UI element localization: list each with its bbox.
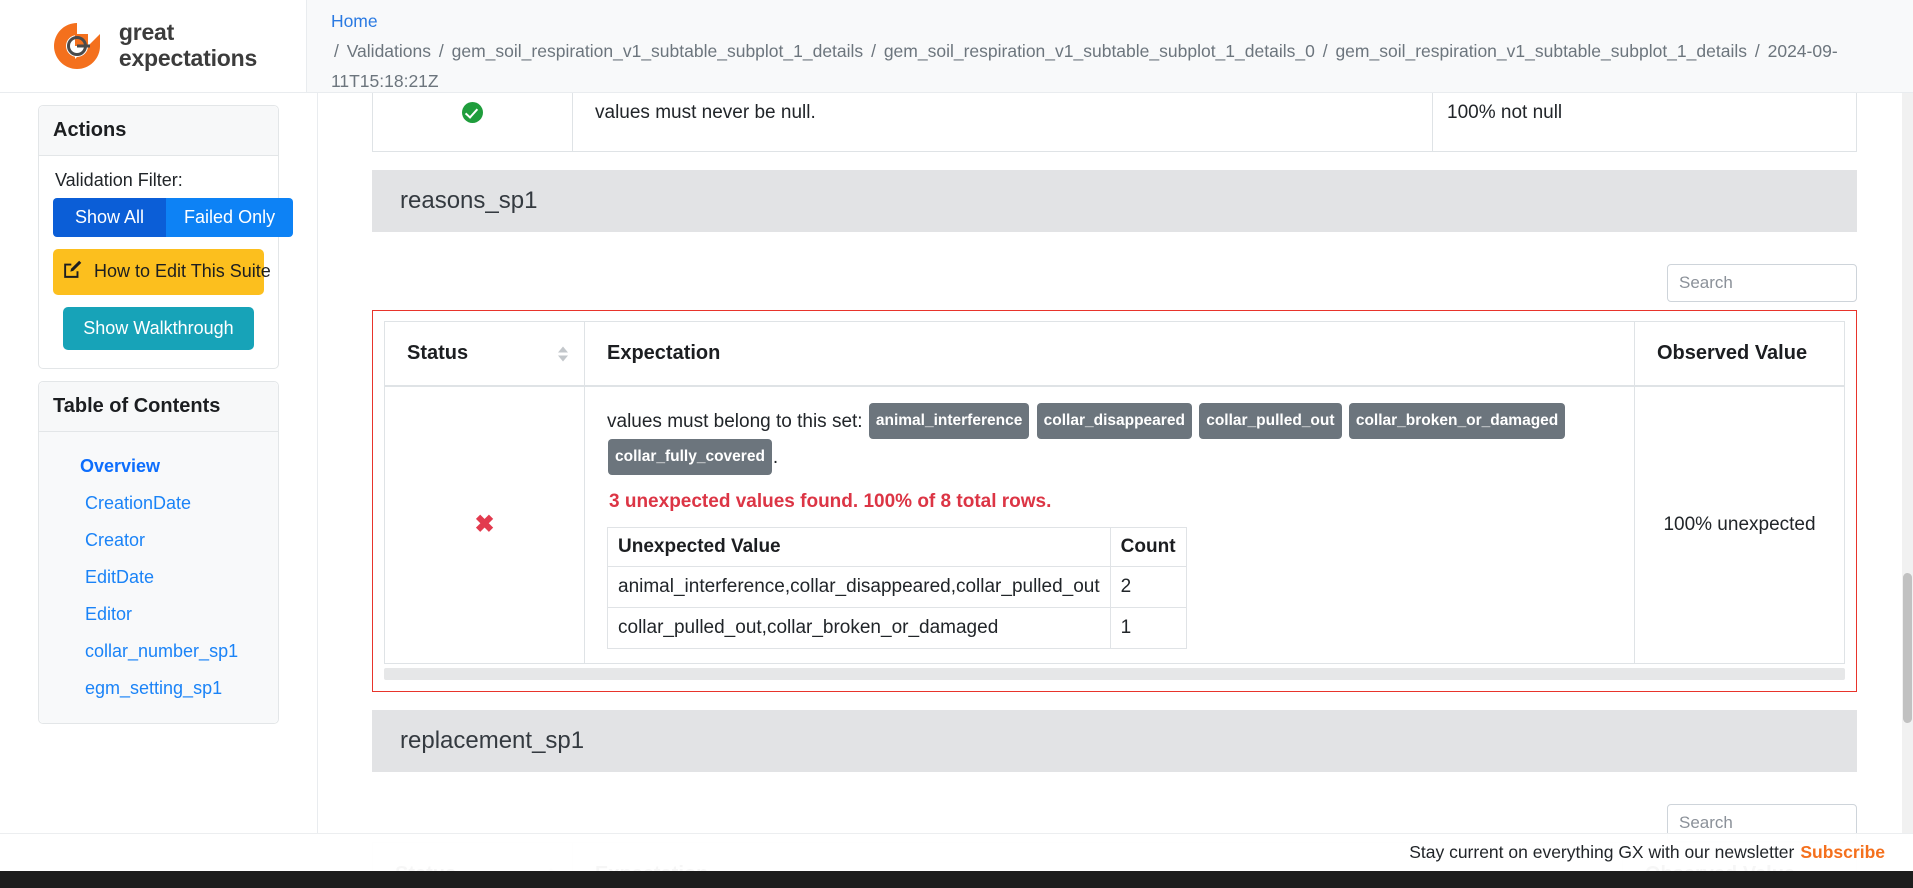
toc-item-overview[interactable]: Overview	[53, 448, 264, 485]
main-content: values must never be null. 100% not null…	[318, 93, 1913, 888]
column-header-status-label: Status	[407, 342, 469, 364]
table-row: animal_interference,collar_disappeared,c…	[607, 566, 1187, 608]
newsletter-footer: Stay current on everything GX with our n…	[0, 833, 1913, 871]
value-badge: animal_interference	[868, 403, 1030, 439]
breadcrumb-item-details[interactable]: gem_soil_respiration_v1_subtable_subplot…	[1335, 41, 1747, 61]
how-to-edit-suite-label: How to Edit This Suite	[94, 261, 271, 281]
how-to-edit-suite-button[interactable]: How to Edit This Suite	[53, 249, 271, 295]
previous-expectation-table: values must never be null. 100% not null	[372, 93, 1857, 152]
pencil-square-icon	[63, 260, 82, 284]
table-row: values must never be null. 100% not null	[372, 93, 1857, 152]
observed-value-cell: 100% unexpected	[1634, 385, 1845, 664]
unexpected-value-cell: animal_interference,collar_disappeared,c…	[607, 566, 1111, 608]
expectation-prefix: values must belong to this set:	[607, 411, 863, 432]
table-header-row: Status Expectation Observed Value	[384, 321, 1845, 387]
search-input[interactable]	[1667, 264, 1857, 302]
value-badge: collar_disappeared	[1036, 403, 1192, 439]
status-cell: ✖	[384, 385, 585, 664]
validation-filter-group: Show All Failed Only	[53, 198, 294, 237]
column-header-status[interactable]: Status	[384, 321, 585, 387]
horizontal-scrollbar[interactable]	[384, 668, 1845, 680]
section-header-replacement-sp1: replacement_sp1	[372, 710, 1857, 772]
breadcrumb-separator: /	[333, 41, 339, 61]
expectation-suffix: .	[772, 447, 779, 468]
breadcrumb-separator: /	[871, 41, 876, 61]
x-mark-icon: ✖	[474, 510, 495, 538]
expectation-table-reasons: Status Expectation Observed Value ✖ valu…	[384, 321, 1845, 664]
breadcrumb-item-batch[interactable]: gem_soil_respiration_v1_subtable_subplot…	[884, 41, 1315, 61]
count-cell: 1	[1109, 607, 1187, 649]
failed-only-button[interactable]: Failed Only	[166, 198, 294, 237]
brand-line-1: great	[118, 19, 175, 46]
breadcrumb-trail: / Validations / gem_soil_respiration_v1_…	[331, 36, 1889, 92]
breadcrumb-separator: /	[438, 41, 444, 61]
brand-logo[interactable]: great expectations	[0, 0, 307, 93]
toc-item-collar-number-sp1[interactable]: collar_number_sp1	[53, 633, 264, 670]
show-all-button[interactable]: Show All	[53, 198, 167, 237]
value-badge: collar_broken_or_damaged	[1348, 403, 1566, 439]
expectation-cell: values must never be null.	[572, 93, 1433, 152]
breadcrumb-item-suite[interactable]: gem_soil_respiration_v1_subtable_subplot…	[452, 41, 864, 61]
toc-item-editor[interactable]: Editor	[53, 596, 264, 633]
breadcrumb: Home / Validations / gem_soil_respiratio…	[306, 0, 1913, 93]
column-header-observed-value[interactable]: Observed Value	[1634, 321, 1845, 387]
unexpected-values-message: 3 unexpected values found. 100% of 8 tot…	[609, 491, 1052, 512]
toc-list: Overview CreationDate Creator EditDate E…	[39, 432, 278, 723]
toc-item-editdate[interactable]: EditDate	[53, 559, 264, 596]
vertical-scrollbar[interactable]	[1902, 93, 1913, 888]
table-of-contents-panel: Table of Contents Overview CreationDate …	[38, 381, 279, 724]
section-header-reasons-sp1: reasons_sp1	[372, 170, 1857, 232]
toc-title: Table of Contents	[39, 382, 278, 432]
table-header-row: Unexpected Value Count	[607, 527, 1187, 567]
unexpected-value-cell: collar_pulled_out,collar_broken_or_damag…	[607, 607, 1111, 649]
observed-value-cell: 100% not null	[1432, 93, 1857, 152]
value-badge: collar_fully_covered	[608, 439, 772, 475]
column-header-unexpected-value: Unexpected Value	[607, 527, 1111, 567]
toc-item-creationdate[interactable]: CreationDate	[53, 485, 264, 522]
scrollbar-thumb[interactable]	[1903, 573, 1912, 723]
expectation-cell: values must belong to this set: animal_i…	[584, 385, 1635, 664]
unexpected-values-table: Unexpected Value Count animal_interferen…	[607, 527, 1187, 649]
breadcrumb-item-validations[interactable]: Validations	[347, 41, 431, 61]
status-cell	[372, 93, 573, 152]
breadcrumb-separator: /	[1754, 41, 1760, 61]
left-sidebar: Actions Validation Filter: Show All Fail…	[0, 93, 318, 888]
toc-item-creator[interactable]: Creator	[53, 522, 264, 559]
actions-panel: Actions Validation Filter: Show All Fail…	[38, 105, 294, 369]
toc-item-egm-setting-sp1[interactable]: egm_setting_sp1	[53, 670, 264, 707]
sort-arrows-icon[interactable]	[558, 346, 568, 361]
value-badge: collar_pulled_out	[1199, 403, 1342, 439]
search-row-reasons	[372, 264, 1857, 302]
page-root: great expectations Home / Validations / …	[0, 0, 1913, 888]
count-cell: 2	[1109, 566, 1187, 608]
brand-line-2: expectations	[118, 45, 258, 71]
table-row: collar_pulled_out,collar_broken_or_damag…	[607, 607, 1187, 649]
column-header-expectation[interactable]: Expectation	[584, 321, 1635, 387]
brand-wordmark: great expectations	[118, 19, 258, 72]
breadcrumb-separator: /	[1322, 41, 1328, 61]
taskbar	[0, 871, 1913, 888]
check-circle-icon	[462, 102, 483, 123]
breadcrumb-home[interactable]: Home	[331, 11, 378, 31]
expectation-description: values must belong to this set: animal_i…	[607, 403, 1612, 475]
validation-filter-label: Validation Filter:	[55, 170, 183, 190]
table-row: ✖ values must belong to this set: animal…	[384, 385, 1845, 664]
newsletter-text: Stay current on everything GX with our n…	[1409, 842, 1795, 862]
show-walkthrough-button[interactable]: Show Walkthrough	[63, 307, 254, 350]
page-header: great expectations Home / Validations / …	[0, 0, 1913, 93]
actions-panel-title: Actions	[39, 106, 278, 156]
column-header-count: Count	[1109, 527, 1187, 567]
gx-logo-icon	[49, 18, 105, 74]
highlighted-expectation-block: Status Expectation Observed Value ✖ valu…	[372, 310, 1857, 692]
subscribe-link[interactable]: Subscribe	[1800, 842, 1885, 863]
